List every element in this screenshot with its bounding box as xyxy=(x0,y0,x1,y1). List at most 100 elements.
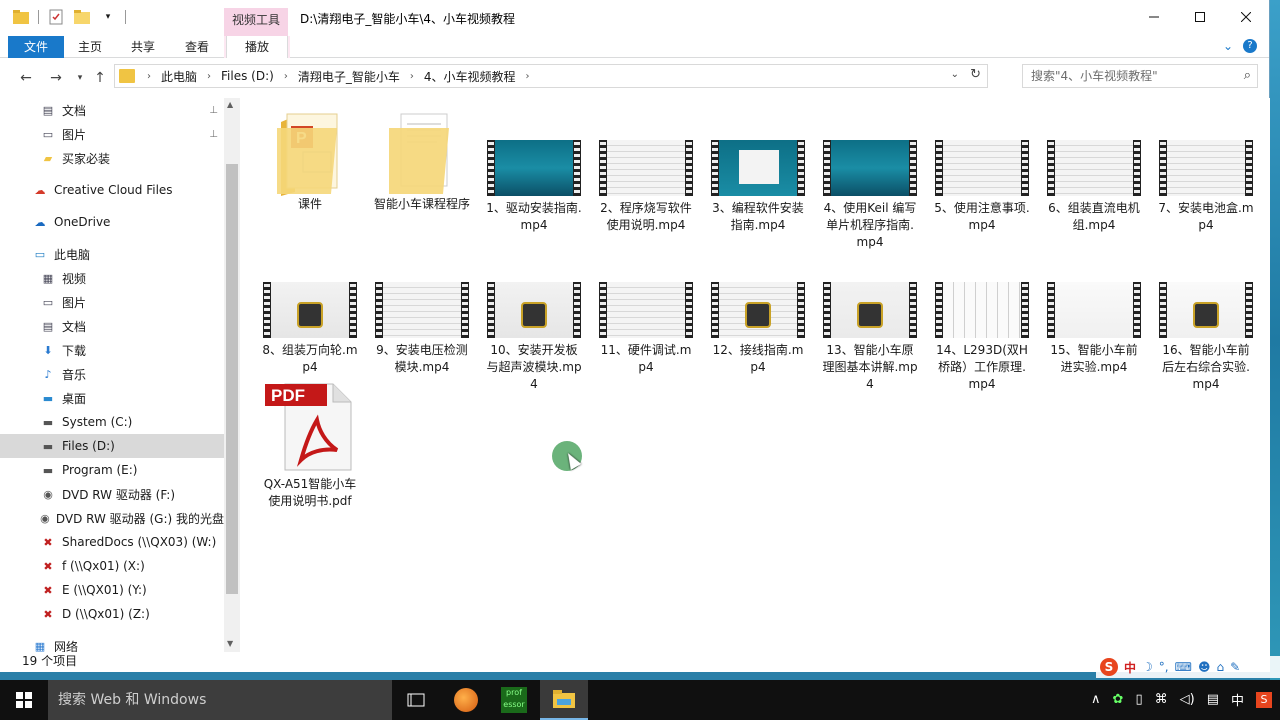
nav-item[interactable]: ▤ 文档 ⊥ xyxy=(0,98,224,122)
scrollbar-thumb[interactable] xyxy=(226,164,238,594)
breadcrumb-project[interactable]: 清翔电子_智能小车 xyxy=(298,68,400,85)
tray-ime-label[interactable]: 中 xyxy=(1231,690,1244,709)
video-file-item[interactable]: 8、组装万向轮.mp4 xyxy=(262,254,358,376)
address-dropdown-icon[interactable]: ⌄ xyxy=(951,69,959,80)
folder-item[interactable]: 智能小车课程程序 xyxy=(374,112,470,213)
minimize-button[interactable] xyxy=(1131,0,1177,34)
new-folder-icon[interactable] xyxy=(73,8,91,26)
video-thumbnail xyxy=(935,140,1029,196)
sogou-tray-icon[interactable]: S xyxy=(1256,691,1272,708)
video-file-item[interactable]: 1、驱动安装指南.mp4 xyxy=(486,112,582,234)
punctuation-icon[interactable]: °, xyxy=(1159,660,1169,674)
expand-ribbon-icon[interactable]: ⌄ xyxy=(1223,39,1233,53)
breadcrumb-drive[interactable]: Files (D:) xyxy=(221,69,274,83)
nav-item[interactable]: ▦ 网络 xyxy=(0,634,224,653)
nav-item[interactable]: ✖ D (\\Qx01) (Z:) xyxy=(0,602,224,626)
video-file-item[interactable]: 6、组装直流电机组.mp4 xyxy=(1046,112,1142,234)
tab-view[interactable]: 查看 xyxy=(172,36,222,58)
nav-item[interactable]: ☁ OneDrive xyxy=(0,210,224,234)
video-file-item[interactable]: 10、安装开发板与超声波模块.mp4 xyxy=(486,254,582,393)
recent-locations-button[interactable]: ▾ xyxy=(70,68,90,88)
video-file-item[interactable]: 13、智能小车原理图基本讲解.mp4 xyxy=(822,254,918,393)
tab-file[interactable]: 文件 xyxy=(8,36,64,58)
tray-app-icon[interactable]: ✿ xyxy=(1113,692,1124,707)
notifications-icon[interactable]: ▤ xyxy=(1207,692,1219,707)
nav-item[interactable]: ▬ Files (D:) xyxy=(0,434,224,458)
nav-item[interactable]: ▰ 买家必装 xyxy=(0,146,224,170)
nav-item[interactable]: ◉ DVD RW 驱动器 (F:) xyxy=(0,482,224,506)
nav-item[interactable]: ▭ 图片 ⊥ xyxy=(0,122,224,146)
ime-mode[interactable]: 中 xyxy=(1124,659,1136,676)
help-icon[interactable]: ? xyxy=(1243,39,1257,53)
sogou-logo-icon[interactable]: S xyxy=(1100,658,1118,676)
pdf-file-item[interactable]: PDF QX-A51智能小车使用说明书.pdf xyxy=(262,380,358,510)
navigation-scrollbar[interactable]: ▲ ▼ xyxy=(224,98,240,652)
tab-home[interactable]: 主页 xyxy=(66,36,114,58)
video-file-item[interactable]: 11、硬件调试.mp4 xyxy=(598,254,694,376)
moon-icon[interactable]: ☽ xyxy=(1142,660,1153,674)
nav-item[interactable]: ▬ 桌面 xyxy=(0,386,224,410)
nav-item[interactable]: ▬ System (C:) xyxy=(0,410,224,434)
folder-icon[interactable] xyxy=(12,8,30,26)
chevron-right-icon[interactable]: › xyxy=(207,71,211,82)
chevron-right-icon[interactable]: › xyxy=(284,71,288,82)
show-hidden-icons-icon[interactable]: ∧ xyxy=(1091,692,1101,707)
video-file-item[interactable]: 9、安装电压检测模块.mp4 xyxy=(374,254,470,376)
keyboard-icon[interactable]: ⌨ xyxy=(1175,660,1192,674)
ime-status-icon[interactable]: ▯ xyxy=(1135,692,1142,707)
tab-play[interactable]: 播放 xyxy=(226,36,288,58)
address-bar[interactable]: › 此电脑 › Files (D:) › 清翔电子_智能小车 › 4、小车视频教… xyxy=(114,64,988,88)
nav-item[interactable]: ▬ Program (E:) xyxy=(0,458,224,482)
file-explorer-app-button[interactable] xyxy=(540,680,588,720)
nav-item[interactable]: ☁ Creative Cloud Files xyxy=(0,178,224,202)
video-file-item[interactable]: 3、编程软件安装指南.mp4 xyxy=(710,112,806,234)
tools-icon[interactable]: ✎ xyxy=(1230,660,1240,674)
shirt-icon[interactable]: ⌂ xyxy=(1216,660,1224,674)
nav-item[interactable]: ✖ E (\\QX01) (Y:) xyxy=(0,578,224,602)
nav-item[interactable]: ✖ SharedDocs (\\QX03) (W:) xyxy=(0,530,224,554)
task-view-button[interactable] xyxy=(392,680,440,720)
folder-icon xyxy=(119,69,135,83)
nav-item[interactable]: ✖ f (\\Qx01) (X:) xyxy=(0,554,224,578)
back-button[interactable]: ← xyxy=(16,68,36,88)
nav-item[interactable]: ⬇ 下载 xyxy=(0,338,224,362)
video-file-item[interactable]: 16、智能小车前后左右综合实验.mp4 xyxy=(1158,254,1254,393)
nav-item[interactable]: ▤ 文档 xyxy=(0,314,224,338)
folder-item[interactable]: P课件 xyxy=(262,112,358,213)
breadcrumb-current[interactable]: 4、小车视频教程 xyxy=(424,68,516,85)
professor-app-button[interactable]: prof essor xyxy=(490,680,538,720)
up-button[interactable]: ↑ xyxy=(90,68,110,88)
maximize-button[interactable] xyxy=(1177,0,1223,34)
chevron-right-icon[interactable]: › xyxy=(147,71,151,82)
volume-icon[interactable]: ◁) xyxy=(1180,692,1195,707)
breadcrumb-this-pc[interactable]: 此电脑 xyxy=(161,68,197,85)
video-file-item[interactable]: 12、接线指南.mp4 xyxy=(710,254,806,376)
customize-toolbar-icon[interactable]: ▾ xyxy=(99,8,117,26)
chevron-right-icon[interactable]: › xyxy=(525,71,529,82)
fireworks-app-button[interactable] xyxy=(442,680,490,720)
chevron-right-icon[interactable]: › xyxy=(410,71,414,82)
search-input[interactable]: 搜索"4、小车视频教程" ⌕ xyxy=(1022,64,1258,88)
video-file-item[interactable]: 15、智能小车前进实验.mp4 xyxy=(1046,254,1142,376)
nav-item[interactable]: ▭ 此电脑 xyxy=(0,242,224,266)
video-file-item[interactable]: 7、安装电池盒.mp4 xyxy=(1158,112,1254,234)
video-file-item[interactable]: 2、程序烧写软件使用说明.mp4 xyxy=(598,112,694,234)
forward-button[interactable]: → xyxy=(46,68,66,88)
video-file-item[interactable]: 4、使用Keil 编写单片机程序指南.mp4 xyxy=(822,112,918,251)
refresh-icon[interactable]: ↻ xyxy=(970,67,981,82)
scroll-up-icon[interactable]: ▲ xyxy=(227,100,233,109)
nav-item[interactable]: ◉ DVD RW 驱动器 (G:) 我的光盘 xyxy=(0,506,224,530)
start-button[interactable] xyxy=(0,680,48,720)
video-file-item[interactable]: 14、L293D(双H桥路）工作原理.mp4 xyxy=(934,254,1030,393)
nav-item[interactable]: ▦ 视频 xyxy=(0,266,224,290)
skin-icon[interactable]: ☻ xyxy=(1198,660,1211,674)
scroll-down-icon[interactable]: ▼ xyxy=(227,639,233,648)
tab-share[interactable]: 共享 xyxy=(118,36,168,58)
video-file-item[interactable]: 5、使用注意事项.mp4 xyxy=(934,112,1030,234)
network-icon[interactable]: ⌘ xyxy=(1155,692,1168,707)
close-button[interactable] xyxy=(1223,0,1269,34)
nav-item[interactable]: ♪ 音乐 xyxy=(0,362,224,386)
taskbar-search[interactable]: 搜索 Web 和 Windows xyxy=(48,680,392,720)
properties-icon[interactable] xyxy=(47,8,65,26)
nav-item[interactable]: ▭ 图片 xyxy=(0,290,224,314)
